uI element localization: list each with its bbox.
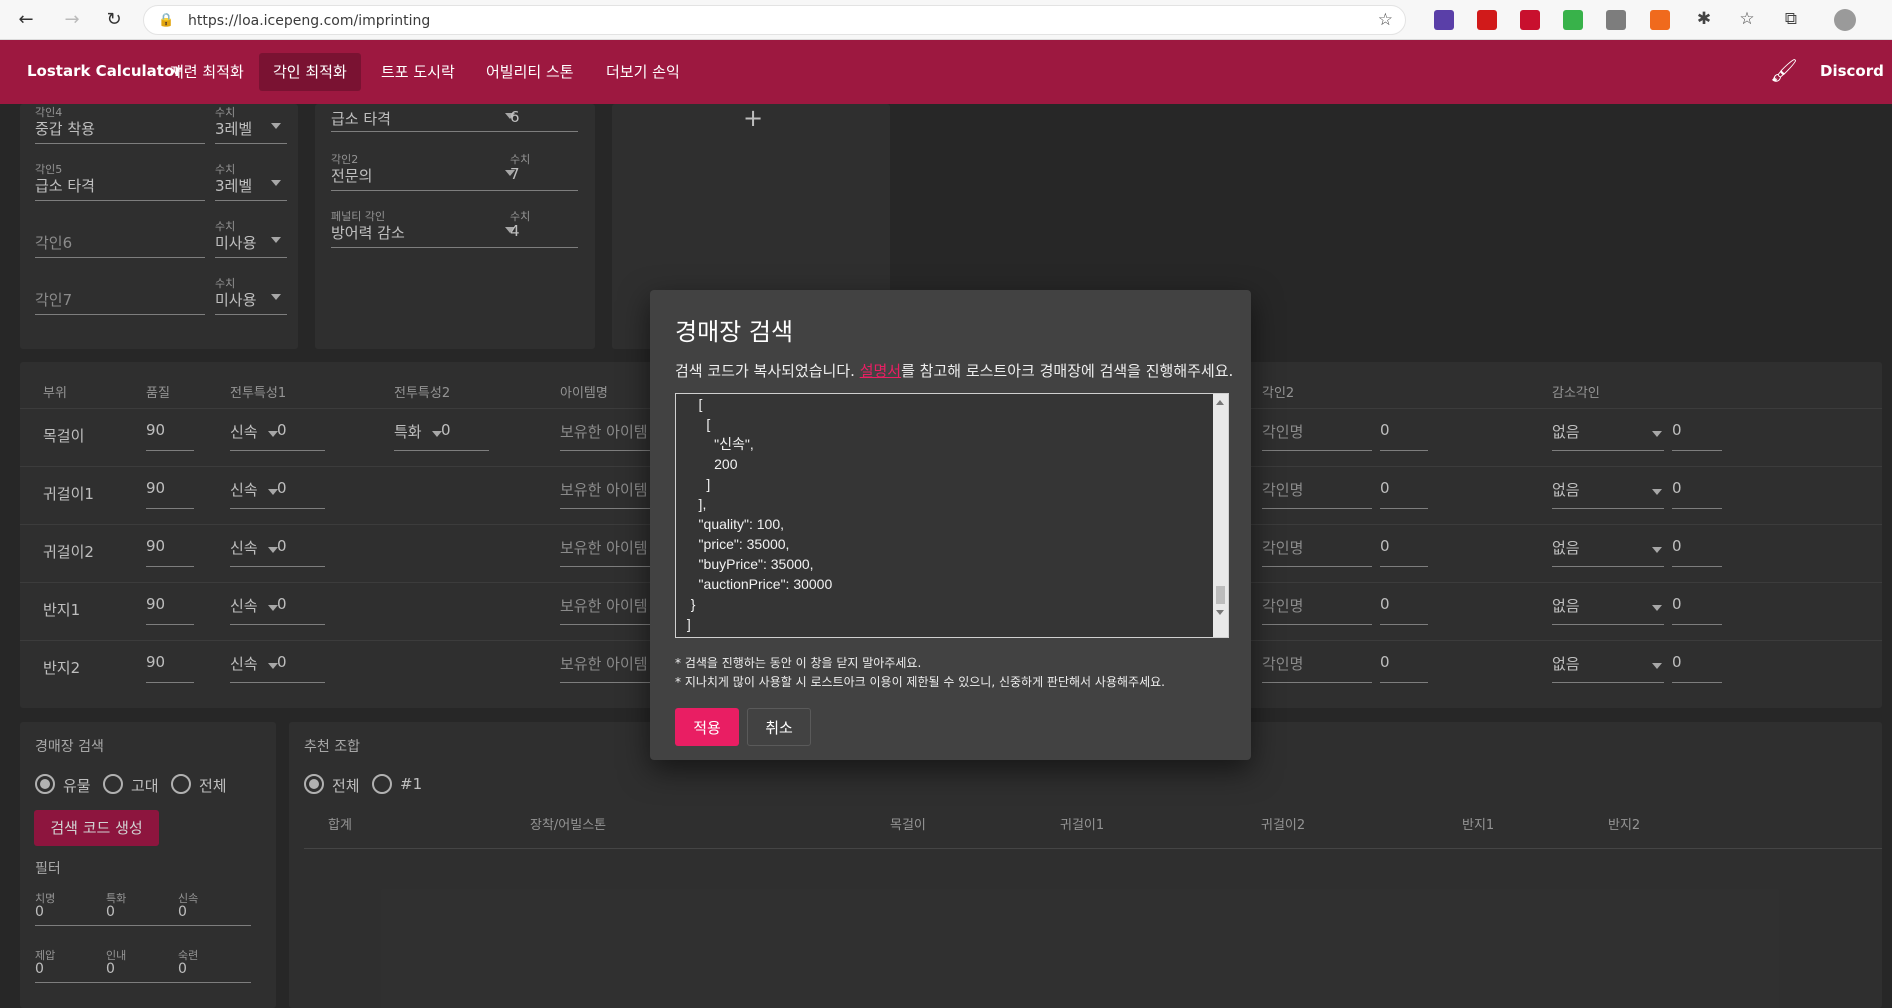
search-code-textarea[interactable]: [ [ "신속", 200 ] ], "quality": 100, "pric… — [675, 393, 1229, 638]
extension-3-icon[interactable] — [1520, 10, 1540, 30]
extension-6-icon[interactable] — [1650, 10, 1670, 30]
apply-button[interactable]: 적용 — [675, 708, 739, 746]
manual-link[interactable]: 설명서 — [860, 362, 901, 380]
extension-1-icon[interactable] — [1434, 10, 1454, 30]
back-icon[interactable]: ← — [14, 8, 38, 32]
app-bar: Lostark Calculator 재련 최적화 각인 최적화 트포 도시락 … — [0, 40, 1892, 104]
auction-search-dialog: 경매장 검색 검색 코드가 복사되었습니다. 설명서를 참고해 로스트아크 경매… — [650, 290, 1251, 760]
dialog-note-1: * 검색을 진행하는 동안 이 창을 닫지 말아주세요. — [675, 656, 922, 670]
puzzle-icon[interactable]: ✱ — [1693, 8, 1715, 30]
dialog-note-2: * 지나치게 많이 사용할 시 로스트아크 이용이 제한될 수 있으니, 신중하… — [675, 675, 1165, 689]
textarea-scrollbar[interactable] — [1213, 394, 1228, 637]
tab-refine[interactable]: 재련 최적화 — [156, 53, 258, 91]
extension-5-icon[interactable] — [1606, 10, 1626, 30]
extension-2-icon[interactable] — [1477, 10, 1497, 30]
collections-icon[interactable]: ⧉ — [1780, 8, 1802, 30]
tab-ability-stone[interactable]: 어빌리티 스톤 — [472, 53, 588, 91]
favorite-star-icon[interactable]: ☆ — [1378, 10, 1393, 30]
cancel-button[interactable]: 취소 — [747, 708, 811, 746]
lock-icon: 🔒 — [158, 13, 175, 28]
dialog-description: 검색 코드가 복사되었습니다. 설명서를 참고해 로스트아크 경매장에 검색을 … — [675, 362, 1234, 380]
favorites-icon[interactable]: ☆ — [1736, 8, 1758, 30]
extension-4-icon[interactable] — [1563, 10, 1583, 30]
tab-tripod[interactable]: 트포 도시락 — [367, 53, 469, 91]
dialog-title: 경매장 검색 — [675, 318, 794, 346]
tab-engraving[interactable]: 각인 최적화 — [259, 53, 361, 91]
browser-toolbar: ← → ↻ 🔒 https://loa.icepeng.com/imprinti… — [0, 0, 1892, 40]
forward-icon[interactable]: → — [60, 8, 84, 32]
paint-bucket-icon[interactable]: 🖌 — [1770, 59, 1798, 84]
url-text: https://loa.icepeng.com/imprinting — [188, 13, 431, 29]
tab-more-profit[interactable]: 더보기 손익 — [592, 53, 694, 91]
address-bar[interactable]: 🔒 https://loa.icepeng.com/imprinting ☆ — [143, 5, 1406, 35]
reload-icon[interactable]: ↻ — [102, 8, 126, 32]
profile-avatar[interactable] — [1834, 9, 1856, 31]
discord-link[interactable]: Discord — [1820, 62, 1884, 80]
